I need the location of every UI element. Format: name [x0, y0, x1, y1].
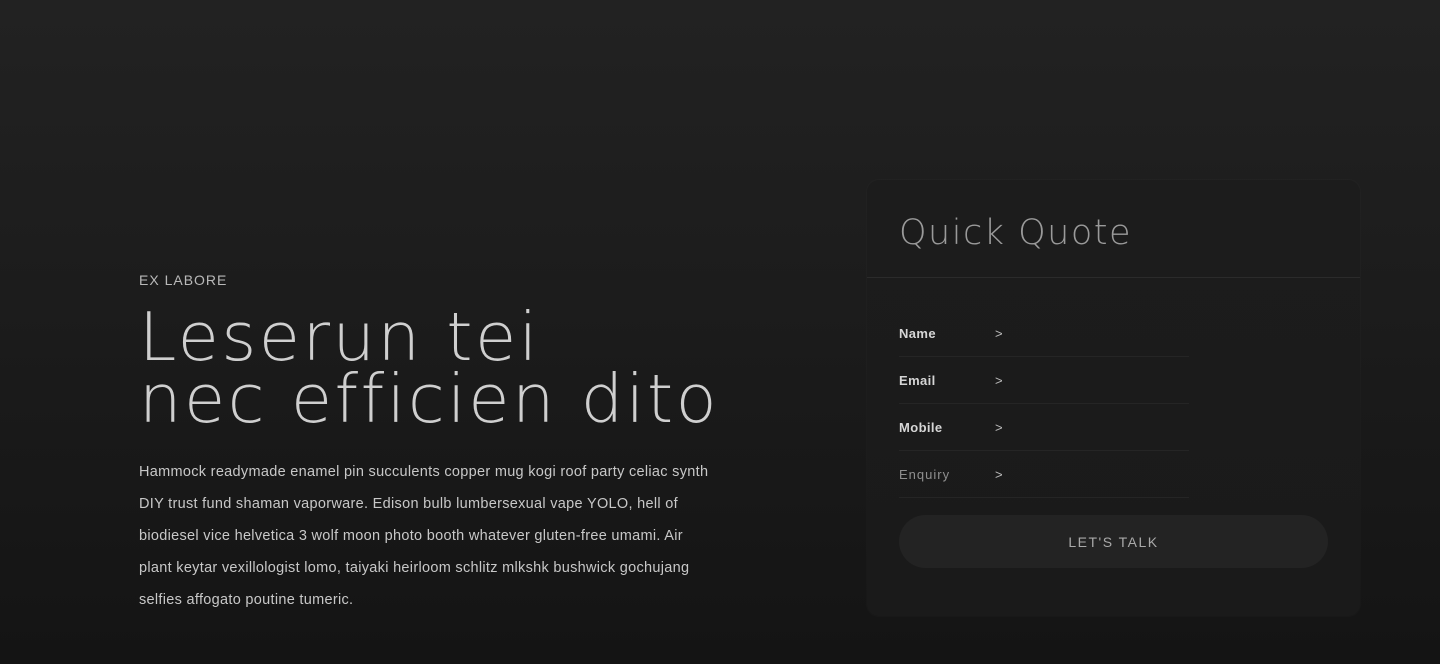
hero-section: EX LABORE Leserun tei nec efficien dito … — [139, 270, 719, 616]
email-field-label: Email — [899, 372, 936, 388]
mobile-field-row[interactable]: Mobile > — [899, 404, 1189, 451]
enquiry-input[interactable] — [1010, 465, 1175, 483]
hero-headline-line-1: Leserun tei — [139, 298, 540, 376]
lets-talk-button[interactable]: LET'S TALK — [899, 515, 1328, 568]
enquiry-field-row[interactable]: Enquiry > — [899, 451, 1189, 498]
hero-body-text: Hammock readymade enamel pin succulents … — [139, 464, 709, 608]
name-input[interactable] — [1010, 324, 1175, 342]
mobile-field-label: Mobile — [899, 419, 943, 435]
enquiry-field-label: Enquiry — [899, 466, 951, 482]
mobile-input[interactable] — [1010, 418, 1175, 436]
quick-quote-form: Name > Email > Mobile > Enquiry > — [899, 310, 1199, 498]
enquiry-field-chevron-icon: > — [995, 466, 1003, 482]
quick-quote-title: Quick Quote — [899, 213, 1132, 253]
email-field-chevron-icon: > — [995, 372, 1003, 388]
name-field-chevron-icon: > — [995, 325, 1003, 341]
mobile-field-chevron-icon: > — [995, 419, 1003, 435]
hero-headline-line-2: nec efficien dito — [139, 360, 720, 438]
hero-eyebrow: EX LABORE — [139, 272, 228, 288]
quick-quote-card: Quick Quote Name > Email > Mobile > Enqu… — [867, 180, 1360, 616]
name-field-row[interactable]: Name > — [899, 310, 1189, 357]
name-field-label: Name — [899, 325, 937, 341]
card-divider — [867, 277, 1360, 278]
email-input[interactable] — [1010, 371, 1175, 389]
hero-headline: Leserun tei nec efficien dito — [139, 298, 720, 438]
email-field-row[interactable]: Email > — [899, 357, 1189, 404]
